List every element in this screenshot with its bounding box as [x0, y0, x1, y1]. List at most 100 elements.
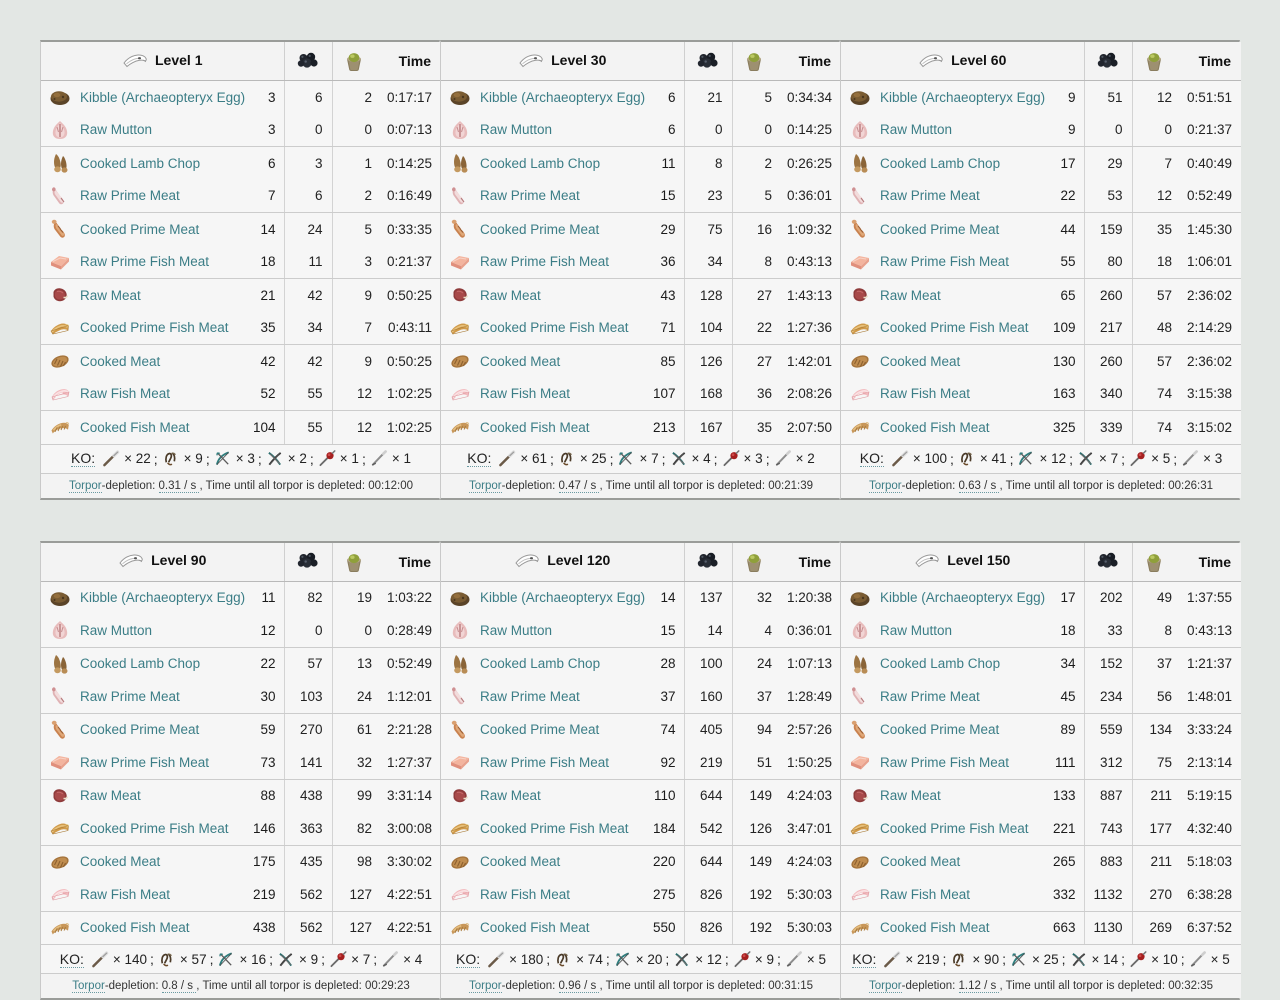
- food-name[interactable]: Raw Prime Meat: [480, 689, 656, 704]
- table-row[interactable]: Cooked Prime Fish Meat 109 217 48 2:14:29: [841, 311, 1241, 345]
- table-row[interactable]: Kibble (Archaeopteryx Egg) 3 6 2 0:17:17: [41, 80, 441, 114]
- table-row[interactable]: Kibble (Archaeopteryx Egg) 14 137 32 1:20:38: [441, 581, 841, 614]
- table-row[interactable]: Cooked Fish Meat 104 55 12 1:02:25: [41, 410, 441, 445]
- table-row[interactable]: Raw Fish Meat 219 562 127 4:22:51: [41, 878, 441, 912]
- table-row[interactable]: Raw Fish Meat 52 55 12 1:02:25: [41, 377, 441, 411]
- table-row[interactable]: Raw Meat 110 644 149 4:24:03: [441, 779, 841, 812]
- table-row[interactable]: Raw Fish Meat 107 168 36 2:08:26: [441, 377, 841, 411]
- food-name[interactable]: Cooked Fish Meat: [80, 920, 249, 935]
- table-row[interactable]: Raw Prime Fish Meat 36 34 8 0:43:13: [441, 245, 841, 279]
- ko-label[interactable]: KO:: [852, 951, 877, 968]
- food-name[interactable]: Raw Prime Meat: [880, 188, 1056, 203]
- ko-label[interactable]: KO:: [455, 951, 481, 968]
- table-row[interactable]: Cooked Lamb Chop 34 152 37 1:21:37: [841, 647, 1241, 680]
- food-name[interactable]: Cooked Fish Meat: [480, 420, 649, 435]
- food-name[interactable]: Cooked Meat: [480, 854, 649, 869]
- food-name[interactable]: Cooked Prime Meat: [480, 722, 656, 737]
- table-row[interactable]: Cooked Meat 175 435 98 3:30:02: [41, 845, 441, 878]
- food-name[interactable]: Cooked Lamb Chop: [480, 656, 656, 671]
- food-name[interactable]: Raw Prime Fish Meat: [880, 254, 1056, 269]
- food-name[interactable]: Cooked Prime Meat: [80, 722, 256, 737]
- table-row[interactable]: Cooked Lamb Chop 6 3 1 0:14:25: [41, 146, 441, 180]
- table-row[interactable]: Cooked Fish Meat 438 562 127 4:22:51: [41, 911, 441, 945]
- food-name[interactable]: Raw Fish Meat: [480, 887, 649, 902]
- table-row[interactable]: Cooked Meat 85 126 27 1:42:01: [441, 344, 841, 378]
- table-row[interactable]: Cooked Prime Meat 44 159 35 1:45:30: [841, 212, 1241, 246]
- table-row[interactable]: Cooked Lamb Chop 22 57 13 0:52:49: [41, 647, 441, 680]
- food-name[interactable]: Raw Fish Meat: [480, 386, 649, 401]
- food-name[interactable]: Cooked Fish Meat: [880, 920, 1049, 935]
- table-row[interactable]: Cooked Prime Fish Meat 184 542 126 3:47:01: [441, 812, 841, 846]
- food-name[interactable]: Raw Mutton: [480, 122, 664, 137]
- food-name[interactable]: Cooked Prime Meat: [880, 222, 1056, 237]
- food-name[interactable]: Kibble (Archaeopteryx Egg): [880, 90, 1064, 105]
- table-row[interactable]: Cooked Prime Meat 59 270 61 2:21:28: [41, 713, 441, 746]
- food-name[interactable]: Cooked Prime Meat: [880, 722, 1056, 737]
- table-row[interactable]: Cooked Lamb Chop 28 100 24 1:07:13: [441, 647, 841, 680]
- food-name[interactable]: Cooked Meat: [880, 354, 1049, 369]
- table-row[interactable]: Raw Prime Meat 15 23 5 0:36:01: [441, 179, 841, 213]
- food-name[interactable]: Kibble (Archaeopteryx Egg): [480, 590, 656, 605]
- table-row[interactable]: Kibble (Archaeopteryx Egg) 9 51 12 0:51:51: [841, 80, 1241, 114]
- table-row[interactable]: Raw Prime Fish Meat 92 219 51 1:50:25: [441, 746, 841, 780]
- food-name[interactable]: Kibble (Archaeopteryx Egg): [80, 590, 257, 605]
- torpor-label[interactable]: Torpor: [869, 980, 902, 993]
- table-row[interactable]: Kibble (Archaeopteryx Egg) 11 82 19 1:03:22: [41, 581, 441, 614]
- food-name[interactable]: Raw Mutton: [480, 623, 656, 638]
- food-name[interactable]: Cooked Prime Fish Meat: [480, 821, 649, 836]
- torpor-label[interactable]: Torpor: [69, 479, 102, 493]
- food-name[interactable]: Cooked Lamb Chop: [80, 656, 256, 671]
- table-row[interactable]: Cooked Meat 42 42 9 0:50:25: [41, 344, 441, 378]
- table-row[interactable]: Raw Prime Meat 22 53 12 0:52:49: [841, 179, 1241, 213]
- table-row[interactable]: Cooked Fish Meat 663 1130 269 6:37:52: [841, 911, 1241, 945]
- food-name[interactable]: Raw Prime Fish Meat: [80, 254, 256, 269]
- food-name[interactable]: Cooked Prime Meat: [80, 222, 256, 237]
- food-name[interactable]: Raw Prime Fish Meat: [880, 755, 1051, 770]
- table-row[interactable]: Raw Prime Fish Meat 18 11 3 0:21:37: [41, 245, 441, 279]
- food-name[interactable]: Raw Mutton: [880, 122, 1064, 137]
- table-row[interactable]: Raw Meat 88 438 99 3:31:14: [41, 779, 441, 812]
- food-name[interactable]: Kibble (Archaeopteryx Egg): [880, 590, 1056, 605]
- food-name[interactable]: Raw Mutton: [80, 122, 264, 137]
- torpor-label[interactable]: Torpor: [72, 980, 105, 993]
- food-name[interactable]: Raw Fish Meat: [80, 386, 256, 401]
- food-name[interactable]: Raw Prime Meat: [80, 188, 264, 203]
- food-name[interactable]: Raw Meat: [480, 288, 656, 303]
- food-name[interactable]: Raw Meat: [80, 288, 256, 303]
- table-row[interactable]: Cooked Prime Meat 14 24 5 0:33:35: [41, 212, 441, 246]
- table-row[interactable]: Cooked Fish Meat 550 826 192 5:30:03: [441, 911, 841, 945]
- food-name[interactable]: Kibble (Archaeopteryx Egg): [80, 90, 264, 105]
- table-row[interactable]: Raw Mutton 15 14 4 0:36:01: [441, 614, 841, 648]
- food-name[interactable]: Raw Meat: [880, 288, 1056, 303]
- torpor-label[interactable]: Torpor: [469, 980, 502, 993]
- table-row[interactable]: Raw Prime Meat 45 234 56 1:48:01: [841, 680, 1241, 714]
- food-name[interactable]: Raw Prime Fish Meat: [480, 254, 656, 269]
- table-row[interactable]: Cooked Meat 265 883 211 5:18:03: [841, 845, 1241, 878]
- food-name[interactable]: Raw Prime Meat: [480, 188, 656, 203]
- table-row[interactable]: Raw Prime Fish Meat 73 141 32 1:27:37: [41, 746, 441, 780]
- table-row[interactable]: Raw Prime Meat 7 6 2 0:16:49: [41, 179, 441, 213]
- table-row[interactable]: Raw Mutton 12 0 0 0:28:49: [41, 614, 441, 648]
- table-row[interactable]: Cooked Fish Meat 213 167 35 2:07:50: [441, 410, 841, 445]
- food-name[interactable]: Raw Meat: [880, 788, 1049, 803]
- food-name[interactable]: Raw Mutton: [80, 623, 256, 638]
- food-name[interactable]: Cooked Prime Fish Meat: [80, 821, 249, 836]
- ko-label[interactable]: KO:: [59, 951, 84, 968]
- ko-label[interactable]: KO:: [467, 450, 492, 467]
- table-row[interactable]: Raw Meat 21 42 9 0:50:25: [41, 278, 441, 312]
- table-row[interactable]: Raw Prime Meat 37 160 37 1:28:49: [441, 680, 841, 714]
- table-row[interactable]: Kibble (Archaeopteryx Egg) 6 21 5 0:34:34: [441, 80, 841, 114]
- ko-label[interactable]: KO:: [70, 450, 96, 467]
- food-name[interactable]: Cooked Fish Meat: [880, 420, 1049, 435]
- table-row[interactable]: Cooked Prime Meat 74 405 94 2:57:26: [441, 713, 841, 746]
- food-name[interactable]: Raw Fish Meat: [880, 386, 1049, 401]
- table-row[interactable]: Cooked Prime Fish Meat 35 34 7 0:43:11: [41, 311, 441, 345]
- table-row[interactable]: Raw Prime Fish Meat 55 80 18 1:06:01: [841, 245, 1241, 279]
- table-row[interactable]: Raw Prime Meat 30 103 24 1:12:01: [41, 680, 441, 714]
- food-name[interactable]: Cooked Lamb Chop: [880, 656, 1056, 671]
- torpor-label[interactable]: Torpor: [869, 479, 902, 493]
- food-name[interactable]: Raw Prime Fish Meat: [80, 755, 256, 770]
- food-name[interactable]: Cooked Meat: [80, 854, 249, 869]
- food-name[interactable]: Cooked Prime Fish Meat: [880, 821, 1049, 836]
- food-name[interactable]: Cooked Prime Fish Meat: [880, 320, 1049, 335]
